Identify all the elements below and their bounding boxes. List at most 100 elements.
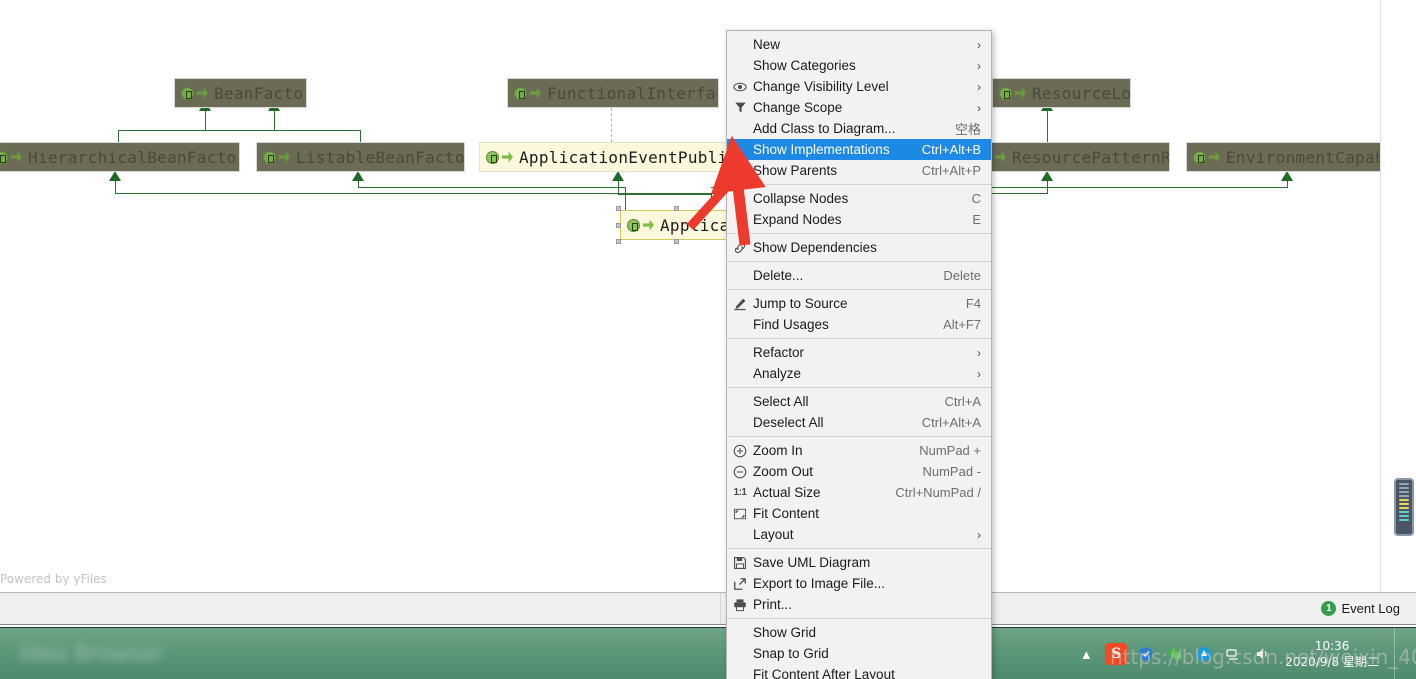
interface-icon <box>486 150 499 164</box>
context-menu-item-label: Fit Content After Layout <box>753 667 895 679</box>
context-menu-item[interactable]: Show Parents Ctrl+Alt+P <box>727 160 991 181</box>
uml-node[interactable]: HierarchicalBeanFactory <box>0 142 240 172</box>
interface-icon <box>627 218 640 232</box>
chevron-right-icon: › <box>977 37 981 52</box>
status-bar-divider <box>720 593 721 624</box>
taskbar-buttons-blurred[interactable]: Idea Browser <box>0 628 700 679</box>
uml-node[interactable]: FunctionalInterface <box>507 78 719 108</box>
interface-icon <box>181 86 194 100</box>
context-menu-item[interactable]: Change Visibility Level › <box>727 76 991 97</box>
context-menu[interactable]: New › Show Categories › Change Visibility Le… <box>726 30 992 679</box>
taskbar-button[interactable]: Idea Browser <box>20 642 164 667</box>
uml-node[interactable]: BeanFactory <box>174 78 307 108</box>
context-menu-item[interactable]: Deselect All Ctrl+Alt+A <box>727 412 991 433</box>
chevron-up-icon[interactable]: ▲ <box>1076 644 1096 664</box>
context-menu-separator <box>727 338 991 339</box>
network-icon[interactable] <box>1223 644 1243 664</box>
context-menu-item-label: Expand Nodes <box>753 212 842 227</box>
yfiles-credit: Powered by yFiles <box>0 572 107 586</box>
context-menu-item[interactable]: Layout › <box>727 524 991 545</box>
context-menu-item[interactable]: Add Class to Diagram... 空格 <box>727 118 991 139</box>
context-menu-separator <box>727 289 991 290</box>
arrow-tag-icon <box>643 219 654 231</box>
uml-node[interactable]: ApplicationEventPublisher <box>479 142 734 172</box>
uml-node[interactable]: ResourceLoader <box>992 78 1131 108</box>
selection-handle[interactable] <box>616 223 621 228</box>
floppy-icon <box>727 556 753 570</box>
gadget-bar <box>1399 495 1409 497</box>
selection-handle[interactable] <box>674 206 679 211</box>
context-menu-item-shortcut: Ctrl+A <box>944 394 981 409</box>
context-menu-item-label: Refactor <box>753 345 805 360</box>
system-tray[interactable]: ▲ S 10:36 2020/9/8 星期二 <box>1076 628 1416 679</box>
context-menu-item[interactable]: Export to Image File... <box>727 573 991 594</box>
interface-icon <box>514 86 527 100</box>
context-menu-item[interactable]: Collapse Nodes C <box>727 188 991 209</box>
context-menu-item[interactable]: Show Implementations Ctrl+Alt+B <box>727 139 991 160</box>
desktop-gadget[interactable] <box>1394 478 1414 536</box>
context-menu-item[interactable]: Expand Nodes E <box>727 209 991 230</box>
context-menu-item-label: Actual Size <box>753 485 821 500</box>
event-log-button[interactable]: 1 Event Log <box>1321 601 1400 616</box>
context-menu-item-label: Layout <box>753 527 794 542</box>
context-menu-item-shortcut: Ctrl+Alt+A <box>921 415 981 430</box>
context-menu-separator <box>727 233 991 234</box>
context-menu-item-shortcut: Ctrl+Alt+P <box>921 163 981 178</box>
uml-node[interactable]: ResourcePatternResolver <box>972 142 1170 172</box>
gadget-bar <box>1399 487 1409 489</box>
volume-icon[interactable] <box>1252 644 1272 664</box>
tencent-shield-icon[interactable] <box>1136 644 1156 664</box>
selection-handle[interactable] <box>616 239 621 244</box>
arrow-tag-icon <box>995 151 1006 163</box>
context-menu-item-label: Collapse Nodes <box>753 191 849 206</box>
context-menu-item[interactable]: Show Dependencies <box>727 237 991 258</box>
context-menu-item[interactable]: Snap to Grid <box>727 643 991 664</box>
qq-browser-icon[interactable] <box>1194 644 1214 664</box>
context-menu-item[interactable]: Select All Ctrl+A <box>727 391 991 412</box>
show-desktop-button[interactable] <box>1394 628 1402 679</box>
context-menu-item[interactable]: New › <box>727 34 991 55</box>
context-menu-item[interactable]: Change Scope › <box>727 97 991 118</box>
context-menu-item[interactable]: Save UML Diagram <box>727 552 991 573</box>
windows-taskbar[interactable]: Idea Browser ▲ S 10:36 2020/9/8 星期二 <box>0 627 1416 679</box>
context-menu-item-label: Show Dependencies <box>753 240 877 255</box>
taskbar-clock[interactable]: 10:36 2020/9/8 星期二 <box>1285 638 1379 670</box>
uml-node[interactable]: Applicati <box>620 210 734 240</box>
context-menu-item[interactable]: Refactor › <box>727 342 991 363</box>
interface-icon <box>0 150 8 164</box>
context-menu-item[interactable]: Delete... Delete <box>727 265 991 286</box>
context-menu-item-shortcut: Ctrl+NumPad / <box>895 485 981 500</box>
wechat-icon[interactable] <box>1165 644 1185 664</box>
uml-diagram-canvas[interactable]: BeanFactory FunctionalInterface ResourceLo… <box>0 0 1416 592</box>
context-menu-item[interactable]: Jump to Source F4 <box>727 293 991 314</box>
context-menu-item-label: Show Implementations <box>753 142 890 157</box>
context-menu-item[interactable]: Show Grid <box>727 622 991 643</box>
context-menu-separator <box>727 387 991 388</box>
plus-circle-icon <box>727 444 753 458</box>
pencil-icon <box>727 297 753 311</box>
gadget-bar <box>1399 511 1409 513</box>
context-menu-item[interactable]: Zoom In NumPad + <box>727 440 991 461</box>
sogou-input-icon[interactable]: S <box>1105 643 1128 665</box>
uml-node[interactable]: ListableBeanFactory <box>256 142 465 172</box>
edge-arrowhead <box>109 171 121 181</box>
context-menu-item[interactable]: Analyze › <box>727 363 991 384</box>
context-menu-item[interactable]: 1:1 Actual Size Ctrl+NumPad / <box>727 482 991 503</box>
context-menu-item-shortcut: C <box>971 191 981 206</box>
context-menu-item[interactable]: Fit Content <box>727 503 991 524</box>
fit-content-icon <box>727 507 753 521</box>
chevron-right-icon: › <box>977 527 981 542</box>
arrow-tag-icon <box>1015 87 1026 99</box>
uml-node-label: ApplicationEventPublisher <box>519 147 733 167</box>
eye-icon <box>727 80 753 94</box>
context-menu-item[interactable]: Zoom Out NumPad - <box>727 461 991 482</box>
selection-handle[interactable] <box>674 239 679 244</box>
context-menu-item[interactable]: Find Usages Alt+F7 <box>727 314 991 335</box>
selection-handle[interactable] <box>616 206 621 211</box>
context-menu-item[interactable]: Show Categories › <box>727 55 991 76</box>
context-menu-item-label: Find Usages <box>753 317 829 332</box>
context-menu-item[interactable]: Print... <box>727 594 991 615</box>
context-menu-item-label: New <box>753 37 781 52</box>
context-menu-item-label: Snap to Grid <box>753 646 829 661</box>
context-menu-item[interactable]: Fit Content After Layout <box>727 664 991 679</box>
